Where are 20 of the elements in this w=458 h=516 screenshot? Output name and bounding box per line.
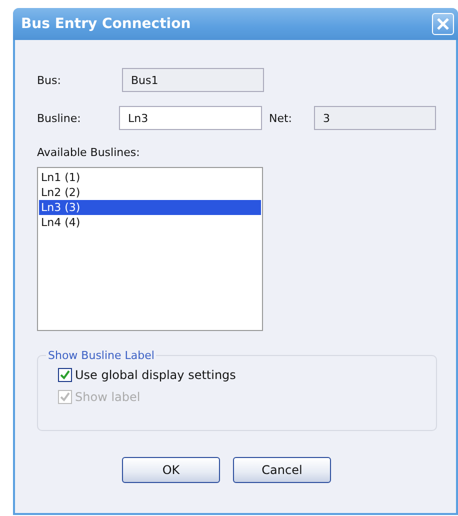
list-item[interactable]: Ln1 (1) [39,170,261,185]
window-title: Bus Entry Connection [21,16,191,32]
field-label: Net: [269,112,294,124]
field-label: Busline: [37,112,82,124]
group-title: Show Busline Label [47,349,156,362]
field-label: Bus: [37,74,62,86]
ok-button[interactable]: OK [122,457,220,483]
list-item[interactable]: Ln4 (4) [39,215,261,230]
cancel-button[interactable]: Cancel [233,457,331,483]
checkbox-label: Use global display settings [75,368,236,382]
busline-field[interactable]: Ln3 [119,106,262,130]
net-field[interactable]: 3 [314,106,436,130]
close-icon [436,17,450,31]
list-item[interactable]: Ln3 (3) [39,200,261,215]
close-button[interactable] [432,13,454,35]
checkbox[interactable] [58,368,72,382]
list-label: Available Buslines: [37,146,141,159]
list-item[interactable]: Ln2 (2) [39,185,261,200]
checkbox-label: Show label [75,390,140,404]
bus-field[interactable]: Bus1 [122,68,264,92]
